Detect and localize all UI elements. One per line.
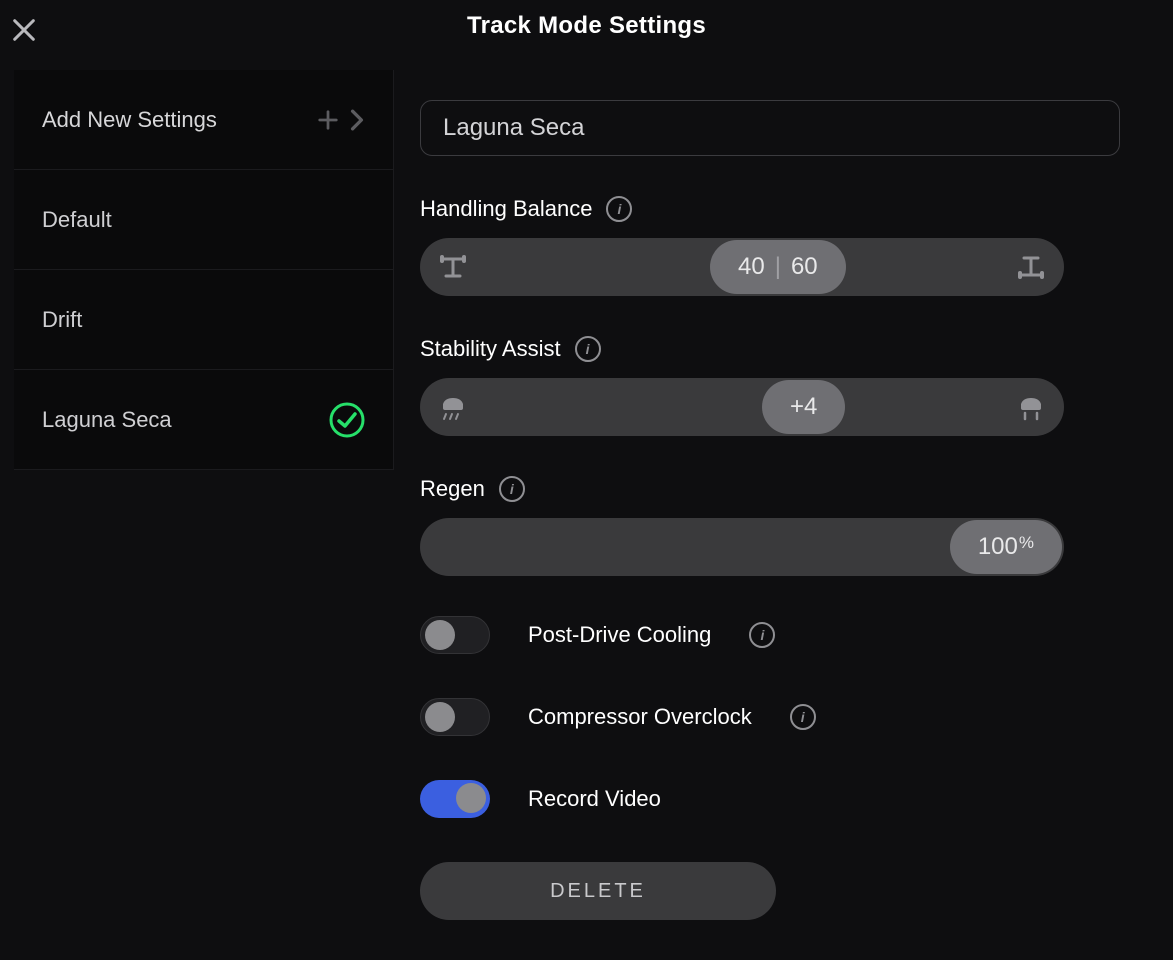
toggle-knob [456, 783, 486, 813]
toggle-knob [425, 702, 455, 732]
chevron-right-icon [349, 109, 365, 131]
sidebar: Add New Settings Default Drift Laguna Se… [14, 70, 394, 470]
handling-balance-label: Handling Balance [420, 196, 592, 222]
sidebar-item-label: Drift [42, 307, 82, 333]
stability-assist-thumb[interactable]: +4 [762, 380, 845, 434]
regen-value: 100 [978, 533, 1018, 560]
toggle-knob [425, 620, 455, 650]
sidebar-item-drift[interactable]: Drift [14, 270, 393, 370]
post-drive-cooling-toggle[interactable] [420, 616, 490, 654]
axle-rear-icon [1008, 238, 1054, 296]
handling-balance-slider[interactable]: 40 | 60 [420, 238, 1064, 296]
sidebar-add-new[interactable]: Add New Settings [14, 70, 393, 170]
sidebar-item-label: Default [42, 207, 112, 233]
compressor-overclock-toggle[interactable] [420, 698, 490, 736]
stability-assist-label: Stability Assist [420, 336, 561, 362]
balance-front-value: 40 [738, 253, 765, 281]
regen-unit: % [1019, 533, 1034, 552]
regen-thumb[interactable]: 100% [950, 520, 1062, 574]
page-title: Track Mode Settings [0, 12, 1173, 40]
stability-assist-slider[interactable]: +4 [420, 378, 1064, 436]
check-circle-icon [329, 402, 365, 438]
stability-value: +4 [790, 393, 817, 421]
record-video-label: Record Video [528, 786, 661, 812]
plus-icon [317, 109, 339, 131]
profile-name-input[interactable] [420, 100, 1120, 156]
post-drive-cooling-label: Post-Drive Cooling [528, 622, 711, 648]
regen-label: Regen [420, 476, 485, 502]
car-stable-icon [1008, 378, 1054, 436]
info-icon[interactable]: i [790, 704, 816, 730]
info-icon[interactable]: i [606, 196, 632, 222]
car-skid-icon [430, 378, 476, 436]
balance-separator: | [775, 253, 781, 281]
sidebar-item-laguna-seca[interactable]: Laguna Seca [14, 370, 393, 470]
handling-balance-thumb[interactable]: 40 | 60 [710, 240, 846, 294]
sidebar-item-label: Laguna Seca [42, 407, 172, 433]
info-icon[interactable]: i [575, 336, 601, 362]
regen-slider[interactable]: 100% [420, 518, 1064, 576]
compressor-overclock-label: Compressor Overclock [528, 704, 752, 730]
record-video-toggle[interactable] [420, 780, 490, 818]
axle-front-icon [430, 238, 476, 296]
info-icon[interactable]: i [499, 476, 525, 502]
sidebar-item-default[interactable]: Default [14, 170, 393, 270]
delete-button[interactable]: DELETE [420, 862, 776, 920]
sidebar-add-label: Add New Settings [42, 107, 217, 133]
balance-rear-value: 60 [791, 253, 818, 281]
info-icon[interactable]: i [749, 622, 775, 648]
delete-label: DELETE [550, 880, 646, 903]
settings-panel: Handling Balance i 40 | 60 [420, 70, 1149, 940]
